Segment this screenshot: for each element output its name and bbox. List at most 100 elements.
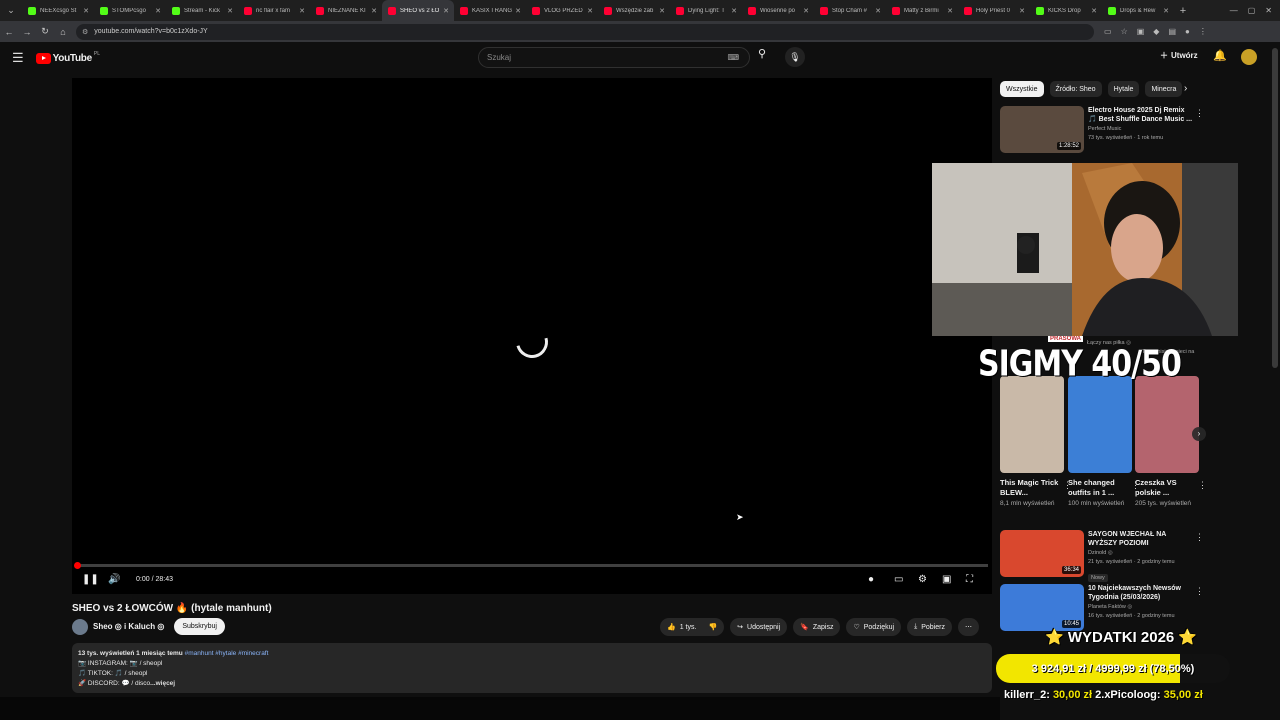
notifications-bell-icon[interactable]: 🔔 <box>1213 49 1227 62</box>
subscribe-button[interactable]: Subskrybuj <box>174 618 225 635</box>
cast-icon[interactable]: ▭ <box>1104 27 1112 36</box>
tab-close-icon[interactable]: ✕ <box>587 7 593 15</box>
tab-close-icon[interactable]: ✕ <box>83 7 89 15</box>
progress-bar[interactable] <box>74 562 988 569</box>
browser-tab[interactable]: Drops & Rew ✕ <box>1102 0 1174 21</box>
guide-menu-icon[interactable]: ☰ <box>12 50 24 66</box>
tab-close-icon[interactable]: ✕ <box>155 7 161 15</box>
video-thumbnail[interactable]: 36:34 <box>1000 530 1084 577</box>
browser-tab[interactable]: STOMPcsgo ✕ <box>94 0 166 21</box>
short-thumbnail[interactable] <box>1000 376 1064 473</box>
browser-tab[interactable]: SHEO vs 2 ŁO ✕ <box>382 0 454 21</box>
tab-close-icon[interactable]: ✕ <box>659 7 665 15</box>
pause-icon[interactable]: ❚❚ <box>82 574 99 585</box>
browser-tab[interactable]: Wszędzie zab ✕ <box>598 0 670 21</box>
account-avatar[interactable] <box>1241 49 1257 65</box>
video-player[interactable]: ❚❚ 🔊 0:00 / 28:43 ● ▭ ⚙ ▣ ⛶ <box>72 78 992 594</box>
short-title[interactable]: Czeszka VS polskie ... <box>1135 478 1199 498</box>
download-button[interactable]: ⤓ Pobierz <box>907 618 952 636</box>
tab-close-icon[interactable]: ✕ <box>443 7 449 15</box>
recommendation-title[interactable]: 10 Najciekawszych Newsów Tygodnia (25/03… <box>1088 584 1192 602</box>
channel-avatar[interactable] <box>72 618 88 635</box>
short-item[interactable]: Czeszka VS polskie ... 205 tys. wyświetle… <box>1135 376 1207 509</box>
reload-icon[interactable]: ↻ <box>36 26 54 37</box>
tab-close-icon[interactable]: ✕ <box>803 7 809 15</box>
browser-tab[interactable]: Stop Cham # ✕ <box>814 0 886 21</box>
browser-tab[interactable]: KASIX I RANG ✕ <box>454 0 526 21</box>
video-thumbnail[interactable]: 10:45 <box>1000 584 1084 631</box>
autoplay-toggle-icon[interactable]: ● <box>868 574 874 585</box>
browser-tab[interactable]: VLOG PRZED ✕ <box>526 0 598 21</box>
scrubber-handle[interactable] <box>74 562 81 569</box>
browser-tab[interactable]: Wiosenne po ✕ <box>742 0 814 21</box>
maximize-icon[interactable]: ▢ <box>1248 6 1256 15</box>
tab-close-icon[interactable]: ✕ <box>299 7 305 15</box>
filter-chip[interactable]: Źródło: Sheo <box>1049 81 1102 97</box>
short-title[interactable]: She changed outfits in 1 ... <box>1068 478 1132 498</box>
tab-close-icon[interactable]: ✕ <box>731 7 737 15</box>
tab-close-icon[interactable]: ✕ <box>875 7 881 15</box>
tab-close-icon[interactable]: ✕ <box>947 7 953 15</box>
thanks-button[interactable]: ♡ Podziękuj <box>846 618 902 636</box>
create-button[interactable]: ＋ Utwórz <box>1160 50 1198 61</box>
browser-tab[interactable]: NIEZNANE KI ✕ <box>310 0 382 21</box>
description-box[interactable]: 13 tys. wyświetleń 1 miesiąc temu #manhu… <box>72 643 992 693</box>
back-icon[interactable]: ← <box>0 27 18 37</box>
settings-gear-icon[interactable]: ⚙ <box>918 574 927 585</box>
extension-icon[interactable]: ▣ <box>1137 27 1145 36</box>
page-scrollbar[interactable] <box>1272 48 1278 368</box>
recommendation-item[interactable]: 10:45 10 Najciekawszych Newsów Tygodnia (… <box>1000 584 1192 631</box>
bookmark-star-icon[interactable]: ☆ <box>1121 27 1128 36</box>
recommendation-item[interactable]: 36:34 SAYGON WJECHAŁ NA WYŻSZY POZIOMI Dzi… <box>1000 530 1192 584</box>
more-actions-button[interactable]: ⋯ <box>957 618 979 636</box>
more-options-icon[interactable]: ⋮ <box>1198 480 1207 491</box>
youtube-logo[interactable]: YouTube PL <box>35 51 100 64</box>
recommendation-item[interactable]: 1:28:52 Electro House 2025 Dj Remix 🎵 Bes… <box>1000 106 1192 153</box>
browser-tab[interactable]: ric flair x fam ✕ <box>238 0 310 21</box>
browser-tab[interactable]: KICKS Drop ✕ <box>1030 0 1102 21</box>
show-more-link[interactable]: ...więcej <box>150 680 175 687</box>
fullscreen-icon[interactable]: ⛶ <box>966 574 973 585</box>
short-title[interactable]: This Magic Trick BLEW... <box>1000 478 1064 498</box>
short-thumbnail[interactable] <box>1135 376 1199 473</box>
keyboard-icon[interactable]: ⌨ <box>727 53 739 62</box>
search-icon[interactable]: ⚲ <box>752 47 772 60</box>
recommendation-channel[interactable]: Planeta Faktów ◎ <box>1088 603 1192 611</box>
subtitles-icon[interactable]: ▭ <box>894 574 903 585</box>
recommendation-channel[interactable]: Dzinold ◎ <box>1088 549 1192 557</box>
channel-name[interactable]: Sheo ◎ i Kaluch ◎ <box>93 622 164 631</box>
recommendation-title[interactable]: SAYGON WJECHAŁ NA WYŻSZY POZIOMI <box>1088 530 1192 548</box>
volume-icon[interactable]: 🔊 <box>108 574 120 585</box>
tab-close-icon[interactable]: ✕ <box>1091 7 1097 15</box>
home-icon[interactable]: ⌂ <box>54 27 72 37</box>
like-button[interactable]: 👍 1 tys. 👎 <box>660 618 725 636</box>
shorts-next-icon[interactable]: › <box>1192 427 1206 441</box>
tab-close-icon[interactable]: ✕ <box>515 7 521 15</box>
browser-tab[interactable]: Dying Light: T ✕ <box>670 0 742 21</box>
site-info-icon[interactable]: ⚙ <box>82 28 88 36</box>
filter-chip[interactable]: Hytale <box>1107 81 1140 97</box>
recommendation-channel[interactable]: Perfect Music <box>1088 125 1192 133</box>
search-input[interactable]: Szukaj ⌨ <box>478 47 750 68</box>
miniplayer-icon[interactable]: ▣ <box>942 574 951 585</box>
more-options-icon[interactable]: ⋮ <box>1195 108 1204 119</box>
browser-tab[interactable]: Holy Priest 0 ✕ <box>958 0 1030 21</box>
tab-search-icon[interactable]: ⌄ <box>0 0 22 21</box>
save-button[interactable]: 🔖 Zapisz <box>793 618 841 636</box>
short-item[interactable]: This Magic Trick BLEW... 8,1 mln wyświetl… <box>1000 376 1072 509</box>
browser-tab[interactable]: Matty z Birmi ✕ <box>886 0 958 21</box>
recommendation-title[interactable]: Electro House 2025 Dj Remix 🎵 Best Shuff… <box>1088 106 1192 124</box>
chips-next-icon[interactable]: › <box>1184 83 1187 94</box>
share-button[interactable]: ↪ Udostępnij <box>730 618 788 636</box>
extension-icon[interactable]: ◆ <box>1153 27 1159 36</box>
close-window-icon[interactable]: ✕ <box>1265 6 1272 15</box>
forward-icon[interactable]: → <box>18 27 36 37</box>
browser-tab[interactable]: Stream - Kick ✕ <box>166 0 238 21</box>
hashtags[interactable]: #manhunt #hytale #minecraft <box>185 650 269 657</box>
more-options-icon[interactable]: ⋮ <box>1195 586 1204 597</box>
tab-close-icon[interactable]: ✕ <box>1163 7 1169 15</box>
tab-close-icon[interactable]: ✕ <box>227 7 233 15</box>
new-tab-button[interactable]: + <box>1174 5 1192 17</box>
short-thumbnail[interactable] <box>1068 376 1132 473</box>
filter-chip[interactable]: Wszystkie <box>1000 81 1044 97</box>
